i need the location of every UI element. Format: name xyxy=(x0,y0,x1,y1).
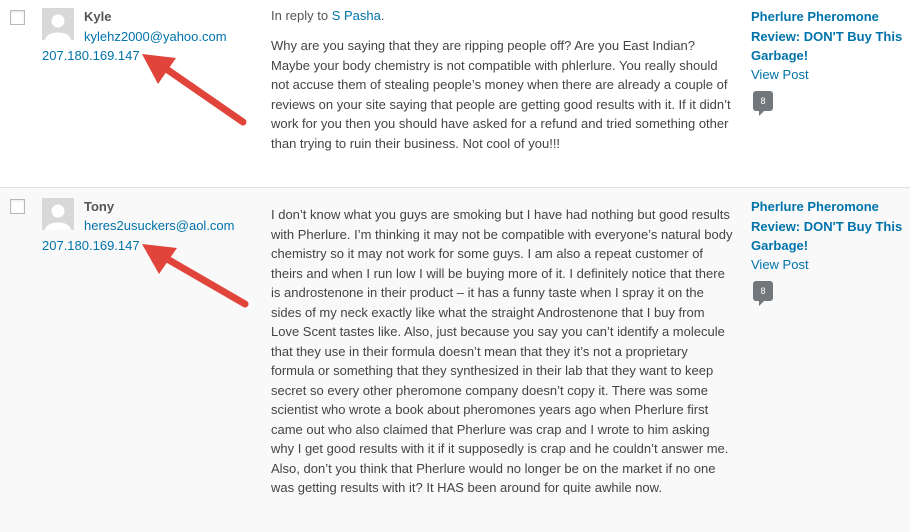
comment-author-name: Kyle xyxy=(84,9,112,24)
comment-select-checkbox[interactable] xyxy=(10,199,25,214)
default-avatar-icon xyxy=(42,8,74,40)
in-reply-to: In reply to S Pasha. xyxy=(271,8,385,23)
red-arrow-icon xyxy=(142,54,247,126)
comment-author-email[interactable]: heres2usuckers@aol.com xyxy=(84,218,234,233)
view-post-link[interactable]: View Post xyxy=(751,257,809,272)
in-reply-to-link[interactable]: S Pasha xyxy=(332,8,381,23)
comments-list: Kyle kylehz2000@yahoo.com 207.180.169.14… xyxy=(0,0,910,532)
post-title-link[interactable]: Pherlure Pheromone Review: DON'T Buy Thi… xyxy=(751,7,906,66)
comment-count-bubble[interactable]: 8 xyxy=(753,91,773,116)
comment-text: I don’t know what you guys are smoking b… xyxy=(271,207,733,495)
view-post-link[interactable]: View Post xyxy=(751,67,809,82)
comment-author-name: Tony xyxy=(84,199,115,214)
comment-author-ip[interactable]: 207.180.169.147 xyxy=(42,238,140,253)
comment-row: Tony heres2usuckers@aol.com 207.180.169.… xyxy=(0,188,910,532)
comment-count-bubble[interactable]: 8 xyxy=(753,281,773,306)
comment-text: Why are you saying that they are ripping… xyxy=(271,38,731,151)
comment-author-email[interactable]: kylehz2000@yahoo.com xyxy=(84,29,227,44)
comment-row: Kyle kylehz2000@yahoo.com 207.180.169.14… xyxy=(0,0,910,188)
post-title-link[interactable]: Pherlure Pheromone Review: DON'T Buy Thi… xyxy=(751,197,906,256)
red-arrow-icon xyxy=(142,244,249,308)
comment-select-checkbox[interactable] xyxy=(10,10,25,25)
comment-author-ip[interactable]: 207.180.169.147 xyxy=(42,48,140,63)
default-avatar-icon xyxy=(42,198,74,230)
